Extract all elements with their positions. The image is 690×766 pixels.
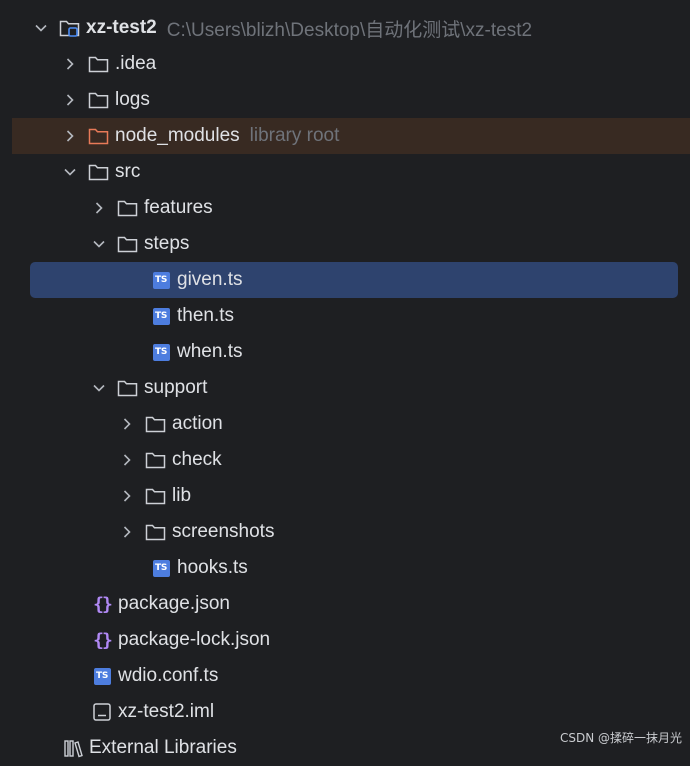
folder-icon — [117, 198, 139, 218]
excluded-folder-icon — [88, 126, 110, 146]
tree-row-src[interactable]: src — [0, 154, 690, 190]
folder-label: features — [144, 197, 213, 218]
folder-label: src — [115, 161, 141, 182]
typescript-file-icon: TS — [150, 306, 172, 326]
chevron-right-icon[interactable] — [91, 200, 107, 216]
tree-row-given-ts[interactable]: TS given.ts — [30, 262, 678, 298]
tree-row-check[interactable]: check — [0, 442, 690, 478]
tree-row-action[interactable]: action — [0, 406, 690, 442]
tree-row-package-lock-json[interactable]: {} package-lock.json — [0, 622, 690, 658]
tree-row-steps[interactable]: steps — [0, 226, 690, 262]
file-label: when.ts — [177, 341, 243, 362]
folder-icon — [145, 414, 167, 434]
project-folder-icon — [59, 18, 81, 38]
watermark: CSDN @揉碎一抹月光 — [559, 731, 682, 745]
chevron-right-icon[interactable] — [119, 524, 135, 540]
tree-row-features[interactable]: features — [0, 190, 690, 226]
chevron-right-icon[interactable] — [119, 452, 135, 468]
folder-label: .idea — [115, 53, 157, 74]
library-icon — [62, 738, 84, 758]
chevron-down-icon[interactable] — [62, 164, 78, 180]
tree-row-support[interactable]: support — [0, 370, 690, 406]
folder-icon — [88, 162, 110, 182]
tree-row-package-json[interactable]: {} package.json — [0, 586, 690, 622]
folder-label: action — [172, 413, 223, 434]
folder-icon — [88, 90, 110, 110]
chevron-right-icon[interactable] — [119, 488, 135, 504]
tree-row-wdio-conf-ts[interactable]: TS wdio.conf.ts — [0, 658, 690, 694]
tree-row-then-ts[interactable]: TS then.ts — [0, 298, 690, 334]
folder-label: steps — [144, 233, 190, 254]
folder-icon — [88, 54, 110, 74]
folder-label: screenshots — [172, 521, 275, 542]
typescript-file-icon: TS — [150, 558, 172, 578]
folder-icon — [145, 522, 167, 542]
external-libraries-label: External Libraries — [89, 737, 237, 758]
library-root-hint: library root — [249, 125, 340, 146]
file-label: wdio.conf.ts — [118, 665, 219, 686]
tree-row-project-root[interactable]: xz-test2 C:\Users\blizh\Desktop\自动化测试\xz… — [0, 10, 690, 46]
file-label: hooks.ts — [177, 557, 248, 578]
folder-icon — [145, 486, 167, 506]
project-name: xz-test2 — [86, 17, 157, 38]
tree-row-screenshots[interactable]: screenshots — [0, 514, 690, 550]
chevron-right-icon[interactable] — [62, 56, 78, 72]
file-label: package.json — [118, 593, 230, 614]
file-label: given.ts — [177, 269, 243, 290]
json-file-icon: {} — [93, 593, 113, 615]
folder-label: node_modules — [115, 125, 240, 146]
file-label: xz-test2.iml — [118, 701, 215, 722]
folder-label: lib — [172, 485, 192, 506]
tree-row-iml[interactable]: xz-test2.iml — [0, 694, 690, 730]
json-file-icon: {} — [93, 629, 113, 651]
project-tree: xz-test2 C:\Users\blizh\Desktop\自动化测试\xz… — [0, 10, 690, 766]
tree-row-hooks-ts[interactable]: TS hooks.ts — [0, 550, 690, 586]
folder-icon — [145, 450, 167, 470]
chevron-down-icon[interactable] — [91, 236, 107, 252]
typescript-file-icon: TS — [91, 666, 113, 686]
folder-icon — [117, 234, 139, 254]
project-path: C:\Users\blizh\Desktop\自动化测试\xz-test2 — [166, 19, 533, 41]
tree-row-lib[interactable]: lib — [0, 478, 690, 514]
folder-label: logs — [115, 89, 150, 110]
folder-label: support — [144, 377, 208, 398]
folder-icon — [117, 378, 139, 398]
tree-row-logs[interactable]: logs — [0, 82, 690, 118]
chevron-right-icon[interactable] — [62, 92, 78, 108]
typescript-file-icon: TS — [150, 342, 172, 362]
typescript-file-icon: TS — [150, 270, 172, 290]
folder-label: check — [172, 449, 222, 470]
chevron-right-icon[interactable] — [62, 128, 78, 144]
chevron-down-icon[interactable] — [91, 380, 107, 396]
file-label: then.ts — [177, 305, 235, 326]
file-label: package-lock.json — [118, 629, 271, 650]
tree-row-when-ts[interactable]: TS when.ts — [0, 334, 690, 370]
chevron-down-icon[interactable] — [33, 20, 49, 36]
tree-row-node-modules[interactable]: node_modules library root — [12, 118, 690, 154]
chevron-right-icon[interactable] — [119, 416, 135, 432]
module-file-icon — [91, 702, 113, 722]
tree-row-idea[interactable]: .idea — [0, 46, 690, 82]
